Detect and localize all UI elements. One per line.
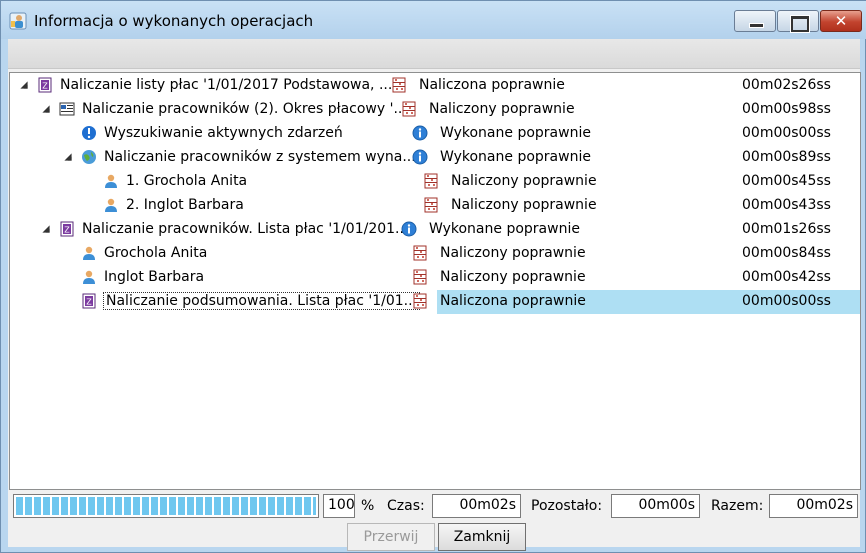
operation-time: 00m00s00ss: [742, 125, 831, 141]
abacus-icon: [412, 245, 428, 261]
operation-status: Naliczona poprawnie: [440, 293, 586, 309]
operation-time: 00m01s26ss: [742, 221, 831, 237]
operation-time: 00m02s26ss: [742, 77, 831, 93]
pozostalo-label: Pozostało:: [531, 498, 603, 514]
close-icon: ✕: [834, 12, 848, 30]
tree-row[interactable]: Z Naliczanie podsumowania. Lista płac '1/…: [10, 290, 860, 314]
operation-name: Naliczanie pracowników (2). Okres płacow…: [82, 101, 407, 117]
operation-name: Naliczanie listy płac '1/01/2017 Podstaw…: [60, 77, 393, 93]
percent-sign: %: [361, 498, 375, 514]
operation-name: 2. Inglot Barbara: [126, 197, 244, 213]
tree-row[interactable]: Z Naliczanie pracowników. Lista płac '1/0…: [10, 218, 860, 242]
progress-bar: [13, 494, 319, 518]
svg-text:Z: Z: [42, 82, 48, 91]
tree-row[interactable]: 2. Inglot Barbara Naliczony poprawnie 00m0…: [10, 194, 860, 218]
tree-row[interactable]: Grochola Anita Naliczony poprawnie 00m00s8…: [10, 242, 860, 266]
operation-time: 00m00s43ss: [742, 197, 831, 213]
expand-toggle-icon[interactable]: [20, 81, 28, 89]
close-button[interactable]: ✕: [820, 10, 862, 32]
expand-toggle-icon[interactable]: [42, 105, 50, 113]
abacus-icon: [423, 197, 439, 213]
expand-toggle-icon[interactable]: [64, 153, 72, 161]
czas-label: Czas:: [387, 498, 425, 514]
tree-row[interactable]: Inglot Barbara Naliczony poprawnie 00m00s4…: [10, 266, 860, 290]
operation-status: Naliczona poprawnie: [419, 77, 565, 93]
operation-status: Naliczony poprawnie: [451, 173, 597, 189]
list-doc-icon: Z: [59, 221, 75, 237]
operation-name: Inglot Barbara: [104, 269, 205, 285]
operations-tree[interactable]: Z Naliczanie listy płac '1/01/2017 Podsta…: [9, 72, 861, 490]
operation-name: Grochola Anita: [104, 245, 208, 261]
abacus-icon: [423, 173, 439, 189]
tree-row[interactable]: Naliczanie pracowników (2). Okres płacow…: [10, 98, 860, 122]
employees-list-icon: [59, 101, 75, 117]
svg-text:Z: Z: [64, 226, 70, 235]
operation-time: 00m00s84ss: [742, 245, 831, 261]
operation-name: Naliczanie pracowników. Lista płac '1/01…: [82, 221, 409, 237]
window-title: Informacja o wykonanych operacjach: [34, 12, 314, 30]
operation-status: Wykonane poprawnie: [429, 221, 580, 237]
list-doc-icon: Z: [37, 77, 53, 93]
operation-name: Naliczanie pracowników z systemem wyna..…: [104, 149, 416, 165]
operation-time: 00m00s98ss: [742, 101, 831, 117]
operation-time: 00m00s42ss: [742, 269, 831, 285]
person-icon: [81, 245, 97, 261]
tree-row[interactable]: Naliczanie pracowników z systemem wyna..…: [10, 146, 860, 170]
operation-time: 00m00s45ss: [742, 173, 831, 189]
abacus-icon: [391, 77, 407, 93]
pozostalo-value: 00m00s: [611, 494, 700, 518]
operation-status: Naliczony poprawnie: [440, 269, 586, 285]
app-icon: [9, 12, 27, 30]
operation-status: Naliczony poprawnie: [451, 197, 597, 213]
person-icon: [103, 173, 119, 189]
razem-value: 00m02s: [769, 494, 858, 518]
tree-row[interactable]: Z Naliczanie listy płac '1/01/2017 Podsta…: [10, 74, 860, 98]
progress-percent-box: 100: [323, 494, 355, 518]
dialog-client: Z Naliczanie listy płac '1/01/2017 Podsta…: [8, 39, 861, 551]
info-icon: [412, 149, 428, 165]
abacus-icon: [401, 101, 417, 117]
globe-icon: [81, 149, 97, 165]
operation-time: 00m00s89ss: [742, 149, 831, 165]
minimize-button[interactable]: [734, 10, 776, 32]
operation-name: 1. Grochola Anita: [126, 173, 248, 189]
operation-name: Wyszukiwanie aktywnych zdarzeń: [104, 125, 343, 141]
person-icon: [103, 197, 119, 213]
tree-row[interactable]: Wyszukiwanie aktywnych zdarzeń Wykonane p…: [10, 122, 860, 146]
operation-status: Wykonane poprawnie: [440, 125, 591, 141]
operation-name: Naliczanie podsumowania. Lista płac '1/0…: [103, 292, 420, 310]
toolbar: [8, 39, 860, 69]
list-doc-icon: Z: [81, 293, 97, 309]
operation-status: Wykonane poprawnie: [440, 149, 591, 165]
razem-label: Razem:: [711, 498, 764, 514]
expand-toggle-icon[interactable]: [42, 225, 50, 233]
maximize-button[interactable]: [777, 10, 819, 32]
status-panel: 100 % Czas: 00m02s Pozostało: 00m00s Raz…: [8, 491, 860, 551]
info-icon: [412, 125, 428, 141]
info-blue-icon: [81, 125, 97, 141]
abacus-icon: [412, 269, 428, 285]
svg-text:Z: Z: [86, 298, 92, 307]
abacus-icon: [412, 293, 428, 309]
czas-value: 00m02s: [432, 494, 521, 518]
operation-status: Naliczony poprawnie: [429, 101, 575, 117]
dialog-window: Informacja o wykonanych operacjach ✕ Z Na…: [0, 0, 866, 553]
operation-time: 00m00s00ss: [742, 293, 831, 309]
person-icon: [81, 269, 97, 285]
zamknij-button[interactable]: Zamknij: [438, 523, 526, 551]
operation-status: Naliczony poprawnie: [440, 245, 586, 261]
przerwij-button[interactable]: Przerwij: [347, 523, 435, 551]
progress-fill: [16, 497, 316, 515]
info-icon: [401, 221, 417, 237]
tree-row[interactable]: 1. Grochola Anita Naliczony poprawnie 00m0…: [10, 170, 860, 194]
title-bar[interactable]: Informacja o wykonanych operacjach ✕: [1, 1, 866, 39]
